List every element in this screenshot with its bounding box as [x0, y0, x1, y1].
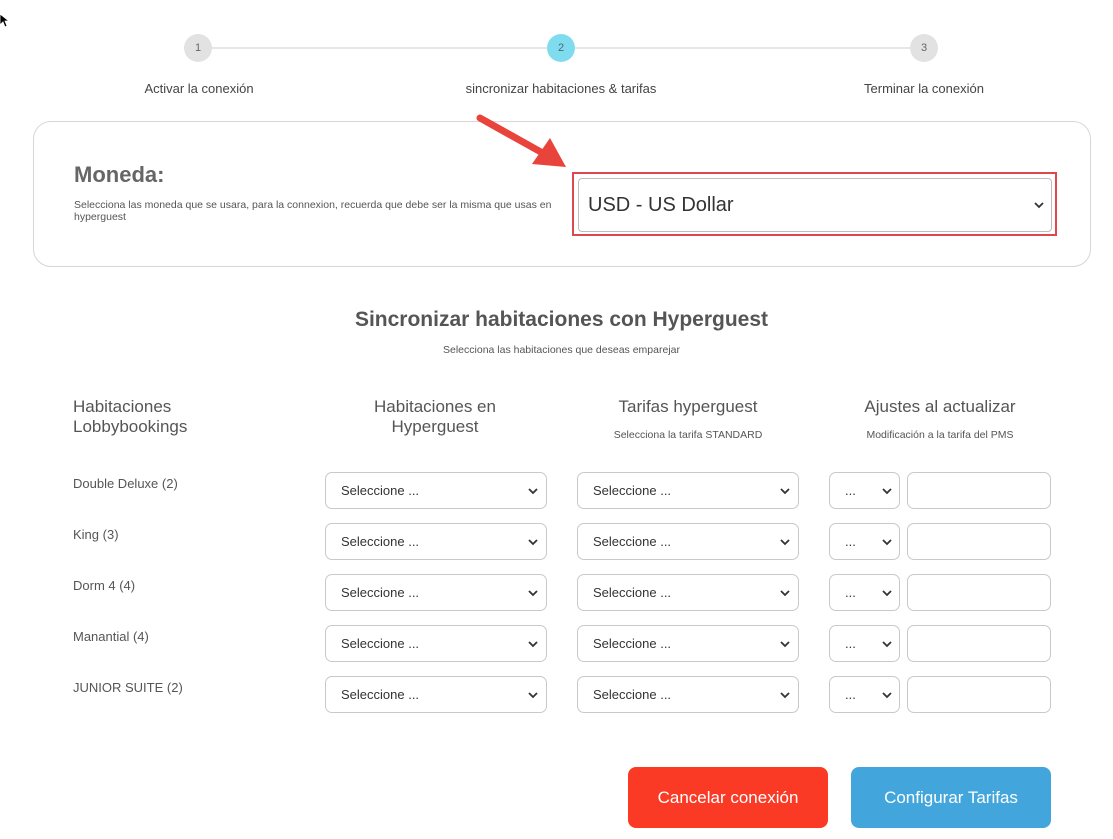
step-1-circle[interactable]: 1: [184, 34, 212, 62]
chevron-down-icon: [528, 692, 538, 699]
step-3-circle[interactable]: 3: [910, 34, 938, 62]
room-name: JUNIOR SUITE (2): [73, 680, 183, 695]
adjustment-type-select[interactable]: ...: [829, 472, 900, 509]
step-3-label: Terminar la conexión: [864, 81, 984, 96]
chevron-down-icon: [528, 488, 538, 495]
adjustment-value-input[interactable]: [907, 523, 1051, 560]
select-value: Seleccione ...: [341, 534, 420, 549]
stepper-connector: [575, 47, 910, 49]
chevron-down-icon: [780, 539, 790, 546]
chevron-down-icon: [1034, 202, 1044, 209]
hyperguest-room-select[interactable]: Seleccione ...: [325, 523, 547, 560]
column-header-lobbybookings-rooms: Habitaciones Lobbybookings: [73, 397, 188, 436]
select-value: ...: [845, 687, 856, 702]
select-value: Seleccione ...: [593, 483, 672, 498]
adjustment-value-input[interactable]: [907, 472, 1051, 509]
select-value: ...: [845, 534, 856, 549]
adjustment-type-select[interactable]: ...: [829, 676, 900, 713]
chevron-down-icon: [528, 539, 538, 546]
room-name: Dorm 4 (4): [73, 578, 136, 593]
select-value: Seleccione ...: [341, 687, 420, 702]
hyperguest-room-select[interactable]: Seleccione ...: [325, 574, 547, 611]
column-header-adjustments: Ajustes al actualizar: [864, 397, 1016, 416]
stepper-connector: [212, 47, 547, 49]
chevron-down-icon: [780, 488, 790, 495]
adjustment-type-select[interactable]: ...: [829, 625, 900, 662]
select-value: Seleccione ...: [341, 585, 420, 600]
mouse-cursor-icon: [0, 14, 10, 28]
room-name: Double Deluxe (2): [73, 476, 178, 491]
select-value: ...: [845, 636, 856, 651]
column-subheader-rates: Selecciona la tarifa STANDARD: [613, 429, 763, 441]
select-value: Seleccione ...: [341, 483, 420, 498]
room-name: King (3): [73, 527, 119, 542]
step-1-label: Activar la conexión: [144, 81, 254, 96]
hyperguest-room-select[interactable]: Seleccione ...: [325, 472, 547, 509]
step-2-circle[interactable]: 2: [547, 34, 575, 62]
chevron-down-icon: [882, 539, 892, 546]
column-subheader-adjustments: Modificación a la tarifa del PMS: [866, 429, 1014, 441]
chevron-down-icon: [780, 692, 790, 699]
adjustment-type-select[interactable]: ...: [829, 523, 900, 560]
currency-title: Moneda:: [74, 162, 165, 187]
column-header-hyperguest-rooms: Habitaciones en Hyperguest: [374, 397, 496, 436]
configure-rates-button[interactable]: Configurar Tarifas: [851, 767, 1051, 828]
chevron-down-icon: [882, 692, 892, 699]
sync-subtitle: Selecciona las habitaciones que deseas e…: [443, 344, 680, 356]
red-arrow-annotation-icon: [476, 114, 566, 167]
chevron-down-icon: [780, 641, 790, 648]
adjustment-value-input[interactable]: [907, 625, 1051, 662]
chevron-down-icon: [528, 590, 538, 597]
adjustment-type-select[interactable]: ...: [829, 574, 900, 611]
chevron-down-icon: [780, 590, 790, 597]
hyperguest-rate-select[interactable]: Seleccione ...: [577, 676, 799, 713]
hyperguest-room-select[interactable]: Seleccione ...: [325, 676, 547, 713]
chevron-down-icon: [882, 488, 892, 495]
column-header-hyperguest-rates: Tarifas hyperguest: [618, 397, 758, 416]
select-value: ...: [845, 585, 856, 600]
select-value: Seleccione ...: [593, 687, 672, 702]
chevron-down-icon: [882, 641, 892, 648]
currency-help-text: Selecciona las moneda que se usara, para…: [74, 199, 552, 223]
currency-select[interactable]: USD - US Dollar: [578, 178, 1052, 232]
hyperguest-rate-select[interactable]: Seleccione ...: [577, 574, 799, 611]
sync-title: Sincronizar habitaciones con Hyperguest: [354, 308, 769, 331]
room-name: Manantial (4): [73, 629, 149, 644]
chevron-down-icon: [882, 590, 892, 597]
adjustment-value-input[interactable]: [907, 574, 1051, 611]
cancel-connection-button[interactable]: Cancelar conexión: [628, 767, 828, 828]
select-value: Seleccione ...: [341, 636, 420, 651]
select-value: ...: [845, 483, 856, 498]
select-value: Seleccione ...: [593, 534, 672, 549]
select-value: Seleccione ...: [593, 585, 672, 600]
hyperguest-room-select[interactable]: Seleccione ...: [325, 625, 547, 662]
hyperguest-rate-select[interactable]: Seleccione ...: [577, 625, 799, 662]
currency-select-value: USD - US Dollar: [588, 193, 734, 216]
select-value: Seleccione ...: [593, 636, 672, 651]
step-2-label: sincronizar habitaciones & tarifas: [465, 81, 657, 96]
adjustment-value-input[interactable]: [907, 676, 1051, 713]
hyperguest-rate-select[interactable]: Seleccione ...: [577, 523, 799, 560]
chevron-down-icon: [528, 641, 538, 648]
hyperguest-rate-select[interactable]: Seleccione ...: [577, 472, 799, 509]
